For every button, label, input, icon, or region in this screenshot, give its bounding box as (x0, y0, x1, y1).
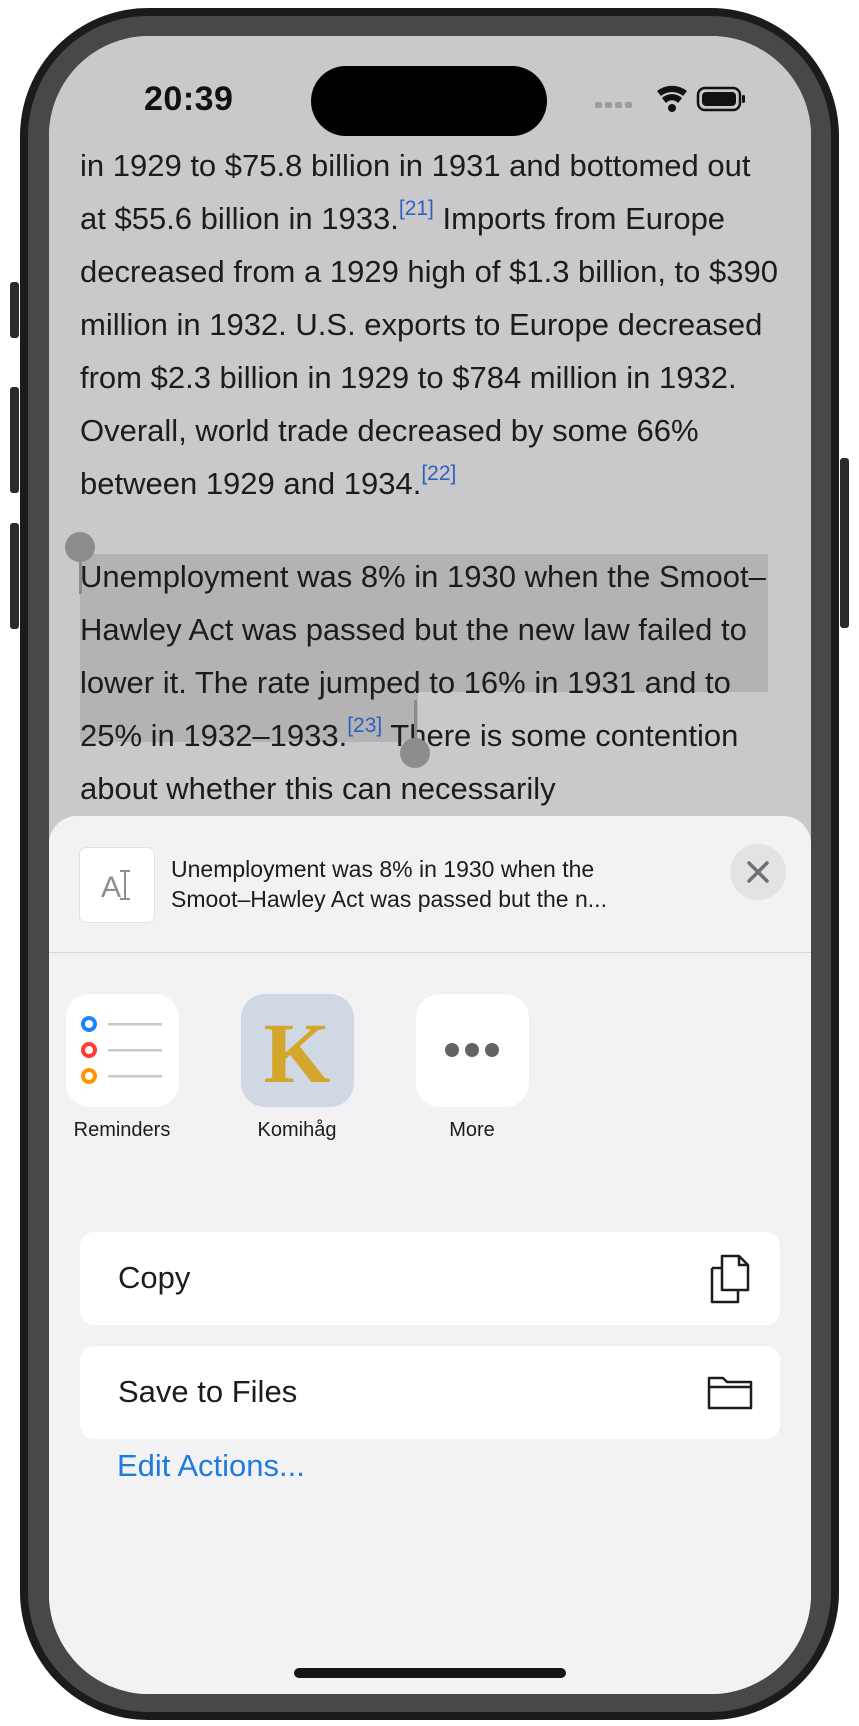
paragraph-text: Imports from Europe decreased from a 192… (80, 201, 778, 501)
wifi-icon (657, 85, 687, 112)
app-label: Reminders (73, 1119, 171, 1141)
reference-link-23[interactable]: [23] (347, 714, 382, 737)
reminders-icon (65, 994, 179, 1107)
status-icons (595, 84, 745, 114)
komihag-icon: K (240, 994, 354, 1107)
article-background: 20:39 in 1929 to $75.8 billion in 1931 a… (49, 36, 811, 896)
text-cursor-icon: A (101, 870, 130, 904)
status-time: 20:39 (144, 80, 234, 118)
svg-text:K: K (263, 1005, 330, 1101)
edit-actions-link[interactable]: Edit Actions... (117, 1448, 305, 1484)
volume-down-button (10, 523, 19, 629)
share-sheet: A Unemployment was 8% in 1930 when the S… (49, 816, 811, 1694)
dynamic-island (311, 66, 547, 136)
screen: 20:39 in 1929 to $75.8 billion in 1931 a… (49, 36, 811, 1694)
reference-link-22[interactable]: [22] (421, 462, 456, 485)
action-label: Copy (118, 1260, 191, 1295)
copy-action[interactable]: Copy (80, 1232, 780, 1325)
app-label: More (449, 1119, 495, 1141)
selection-end-caret (414, 700, 417, 740)
article-paragraph: in 1929 to $75.8 billion in 1931 and bot… (80, 139, 780, 510)
app-label: Komihåg (257, 1119, 337, 1141)
power-button (840, 458, 849, 628)
folder-icon (706, 1372, 754, 1417)
close-button[interactable] (730, 844, 786, 900)
preview-line-1: Unemployment was 8% in 1930 when the (171, 856, 595, 882)
app-komihag[interactable]: K Komihåg (227, 994, 367, 1142)
svg-text:A: A (101, 871, 121, 904)
volume-up-button (10, 387, 19, 493)
save-to-files-action[interactable]: Save to Files (80, 1346, 780, 1439)
reference-link-21[interactable]: [21] (399, 197, 434, 220)
app-reminders[interactable]: Reminders (52, 994, 192, 1142)
article-paragraph-selected: Unemployment was 8% in 1930 when the Smo… (80, 550, 780, 815)
action-label: Save to Files (118, 1374, 298, 1409)
more-icon (415, 994, 529, 1107)
preview-line-2: Smoot–Hawley Act was passed but the n... (171, 886, 607, 912)
signal-icon (595, 102, 632, 108)
home-indicator[interactable] (294, 1668, 566, 1678)
selection-end-handle[interactable] (400, 738, 430, 768)
copy-icon (706, 1252, 754, 1311)
text-preview-thumbnail: A (80, 848, 154, 922)
share-preview-text: Unemployment was 8% in 1930 when the Smo… (171, 854, 691, 914)
battery-icon (696, 86, 745, 112)
action-button (10, 282, 19, 338)
sheet-divider (49, 952, 811, 953)
close-icon (747, 861, 769, 883)
selection-start-caret (79, 554, 82, 594)
app-more[interactable]: More (402, 994, 542, 1142)
